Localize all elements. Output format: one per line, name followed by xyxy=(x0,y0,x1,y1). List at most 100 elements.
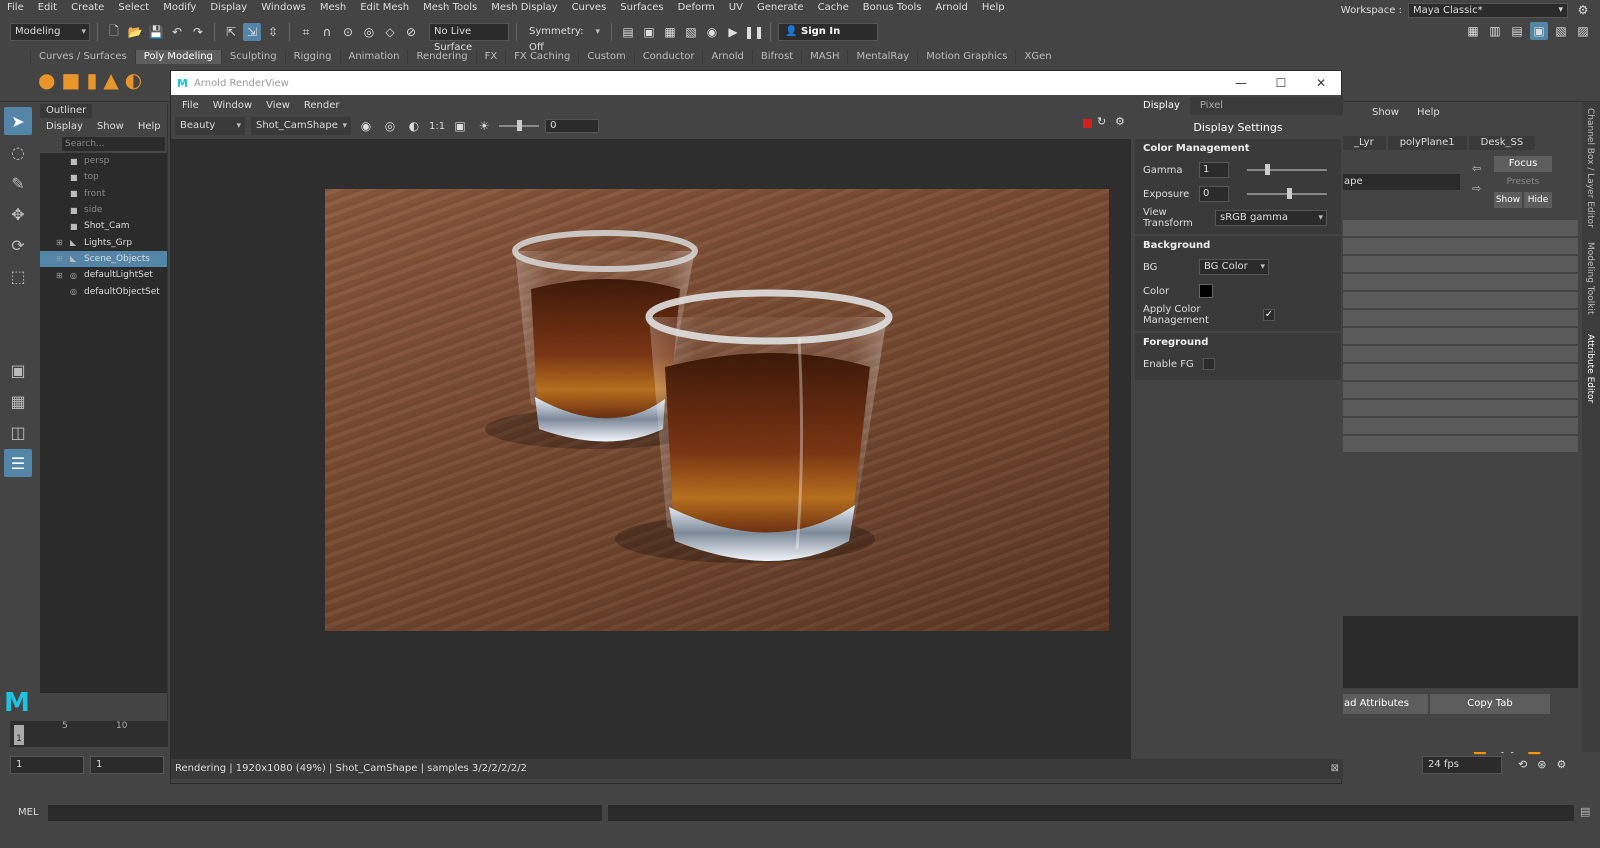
expand-icon[interactable]: ⊞ xyxy=(56,238,63,247)
single-pane-icon[interactable]: ▣ xyxy=(4,356,32,384)
poly-sphere-icon[interactable]: ● xyxy=(38,68,55,92)
menu-file[interactable]: File xyxy=(0,0,31,16)
slider-knob[interactable] xyxy=(1265,164,1270,175)
outliner-layout-icon[interactable]: ☰ xyxy=(4,449,32,477)
command-input[interactable] xyxy=(48,805,602,821)
menu-deform[interactable]: Deform xyxy=(671,0,722,16)
load-attributes-button[interactable]: ad Attributes xyxy=(1342,694,1428,714)
outliner-item[interactable]: ⊞ ◎ defaultLightSet xyxy=(40,267,167,283)
focus-button[interactable]: Focus xyxy=(1494,156,1552,172)
maximize-icon[interactable]: ☐ xyxy=(1261,71,1301,95)
pause-render-icon[interactable]: ❚❚ xyxy=(744,23,764,41)
live-surface-field[interactable]: No Live Surface xyxy=(429,23,509,53)
hide-button[interactable]: Hide xyxy=(1524,192,1552,208)
open-scene-icon[interactable]: 📂 xyxy=(126,23,144,41)
range-start-field[interactable]: 1 xyxy=(90,756,164,774)
menu-cache[interactable]: Cache xyxy=(811,0,856,16)
exposure-slider[interactable] xyxy=(1247,188,1327,199)
render-settings-icon[interactable]: ▤ xyxy=(619,23,637,41)
menu-set-select[interactable]: Modeling xyxy=(10,23,90,41)
rgb-channel-icon[interactable]: ◎ xyxy=(381,117,399,135)
view-transform-select[interactable]: sRGB gamma xyxy=(1215,210,1327,226)
outliner-tab[interactable]: Outliner xyxy=(40,104,92,118)
undo-icon[interactable]: ↶ xyxy=(168,23,186,41)
section-header[interactable]: Foreground xyxy=(1143,337,1333,348)
outliner-menu-show[interactable]: Show xyxy=(97,121,124,132)
outliner-item[interactable]: ⊞ ◣ Scene_Objects xyxy=(40,250,167,268)
loop-icon[interactable]: ⟲ xyxy=(1518,758,1527,771)
settings-icon[interactable]: ⚙ xyxy=(1574,1,1592,19)
time-slider[interactable]: 5 10 1 xyxy=(10,721,168,749)
poly-cylinder-icon[interactable]: ▮ xyxy=(86,68,97,92)
outliner-item[interactable]: ◎ defaultObjectSet xyxy=(40,283,167,299)
redo-icon[interactable]: ↷ xyxy=(189,23,207,41)
auto-key-icon[interactable]: ⊛ xyxy=(1537,758,1546,771)
outliner-item[interactable]: ■ front xyxy=(40,186,167,202)
snap-point-icon[interactable]: ⊙ xyxy=(339,23,357,41)
region-render-icon[interactable]: ▣ xyxy=(451,117,469,135)
refresh-icon[interactable]: ↻ xyxy=(1097,115,1106,128)
section-header[interactable]: Color Management xyxy=(1143,143,1333,154)
paint-select-icon[interactable]: ✎ xyxy=(4,169,32,197)
outliner-item[interactable]: ■ Shot_Cam xyxy=(40,218,167,234)
slider-knob[interactable] xyxy=(517,120,523,131)
renderview-menu-file[interactable]: File xyxy=(175,100,206,111)
outliner-menu-display[interactable]: Display xyxy=(46,121,83,132)
exposure-icon[interactable]: ☀ xyxy=(475,117,493,135)
two-pane-icon[interactable]: ◫ xyxy=(4,418,32,446)
menu-select[interactable]: Select xyxy=(111,0,156,16)
menu-display[interactable]: Display xyxy=(203,0,254,16)
shelf-tab-arnold[interactable]: Arnold xyxy=(702,50,751,64)
minimize-icon[interactable]: — xyxy=(1221,71,1261,95)
shelf-tab-conductor[interactable]: Conductor xyxy=(633,50,703,64)
ae-menu-help[interactable]: Help xyxy=(1417,107,1440,118)
menu-mesh-tools[interactable]: Mesh Tools xyxy=(416,0,484,16)
expand-icon[interactable]: ⊞ xyxy=(56,271,63,280)
menu-modify[interactable]: Modify xyxy=(156,0,203,16)
shelf-tab-sculpting[interactable]: Sculpting xyxy=(220,50,285,64)
fps-select[interactable]: 24 fps xyxy=(1422,756,1502,774)
bg-select[interactable]: BG Color xyxy=(1199,259,1269,275)
settings-gear-icon[interactable]: ⚙ xyxy=(1115,115,1125,128)
section-header[interactable]: Background xyxy=(1143,240,1333,251)
load-selected-icon[interactable]: ⇦ xyxy=(1472,162,1481,175)
gamma-field[interactable]: 1 xyxy=(1199,162,1229,178)
tab-display[interactable]: Display xyxy=(1133,97,1190,115)
status-close-icon[interactable]: ⊠ xyxy=(1331,759,1339,779)
exposure-slider[interactable] xyxy=(499,120,540,131)
ipr-render-icon[interactable]: ▦ xyxy=(661,23,679,41)
render-frame-icon[interactable]: ▣ xyxy=(640,23,658,41)
snap-curve-icon[interactable]: ∩ xyxy=(318,23,336,41)
menu-surfaces[interactable]: Surfaces xyxy=(613,0,670,16)
shelf-tab-bifrost[interactable]: Bifrost xyxy=(751,50,801,64)
select-object-icon[interactable]: ⇲ xyxy=(243,23,261,41)
shelf-tab-mentalray[interactable]: MentalRay xyxy=(847,50,917,64)
layout-icon-6[interactable]: ▨ xyxy=(1574,22,1592,40)
outliner-search[interactable]: Search... xyxy=(62,137,165,151)
side-tab-channel-box[interactable]: Channel Box / Layer Editor xyxy=(1585,108,1595,228)
save-scene-icon[interactable]: 💾 xyxy=(147,23,165,41)
menu-edit-mesh[interactable]: Edit Mesh xyxy=(353,0,416,16)
snap-surface-icon[interactable]: ◇ xyxy=(381,23,399,41)
side-tab-modeling-toolkit[interactable]: Modeling Toolkit xyxy=(1585,242,1595,315)
renderview-menu-render[interactable]: Render xyxy=(297,100,347,111)
shelf-tab-animation[interactable]: Animation xyxy=(339,50,408,64)
presets-button[interactable]: Presets xyxy=(1494,175,1552,189)
isolate-icon[interactable]: ◐ xyxy=(405,117,423,135)
gamma-slider[interactable] xyxy=(1247,164,1327,175)
shelf-tab-fx[interactable]: FX xyxy=(475,50,506,64)
render-view-icon[interactable]: ▧ xyxy=(682,23,700,41)
layout-icon-2[interactable]: ▥ xyxy=(1486,22,1504,40)
select-tool-icon[interactable]: ➤ xyxy=(4,107,32,135)
layout-icon-3[interactable]: ▤ xyxy=(1508,22,1526,40)
render-viewport[interactable] xyxy=(171,139,1131,759)
outliner-item[interactable]: ■ side xyxy=(40,202,167,218)
sign-in-button[interactable]: 👤 Sign In xyxy=(778,23,878,41)
start-frame-field[interactable]: 1 xyxy=(10,756,84,774)
exposure-field[interactable]: 0 xyxy=(1199,186,1229,202)
snap-grid-icon[interactable]: ⌗ xyxy=(297,23,315,41)
layout-icon-5[interactable]: ▧ xyxy=(1552,22,1570,40)
snap-view-icon[interactable]: ◎ xyxy=(360,23,378,41)
poly-torus-icon[interactable]: ◐ xyxy=(125,68,142,92)
scale-tool-icon[interactable]: ⬚ xyxy=(4,262,32,290)
